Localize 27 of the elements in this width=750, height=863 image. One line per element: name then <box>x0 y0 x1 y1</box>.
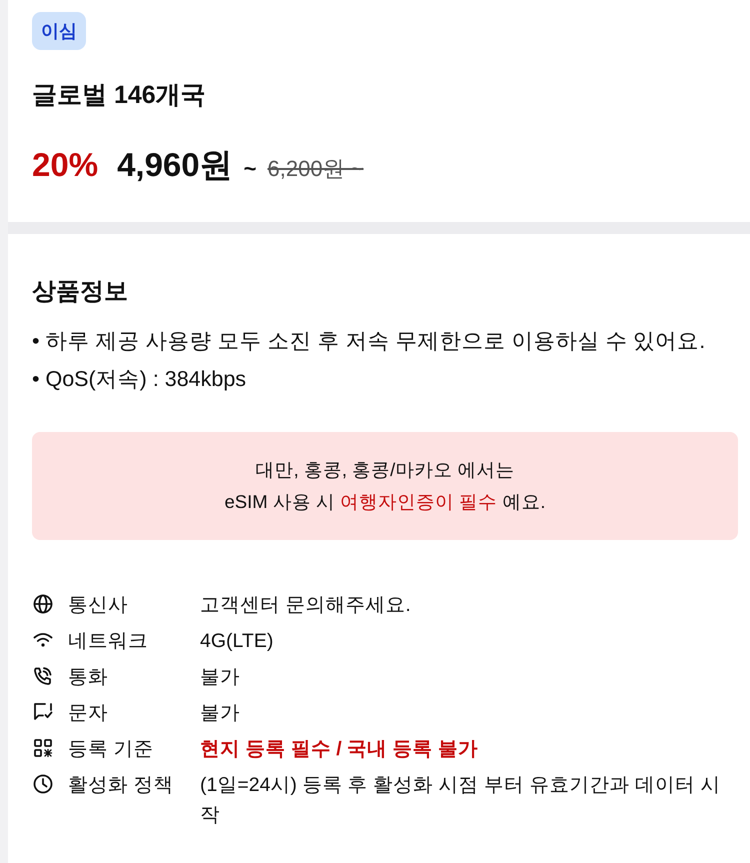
detail-label: 문자 <box>68 701 109 726</box>
detail-value: 고객센터 문의해주세요. <box>200 593 412 618</box>
section-heading: 상품정보 <box>32 277 129 307</box>
qr-code-icon <box>33 738 53 758</box>
detail-value: 불가 <box>200 665 241 690</box>
original-price: 6,200원 ~ <box>268 155 364 183</box>
detail-label: 네트워크 <box>68 629 149 654</box>
info-bullet: • 하루 제공 사용량 모두 소진 후 저속 무제한으로 이용하실 수 있어요. <box>32 328 706 355</box>
detail-value: 4G(LTE) <box>200 629 274 654</box>
detail-label: 등록 기준 <box>68 737 154 762</box>
info-bullet: • QoS(저속) : 384kbps <box>32 366 248 393</box>
globe-icon <box>33 594 53 614</box>
discount-rate: 20% <box>32 145 98 185</box>
detail-label: 활성화 정책 <box>68 773 174 798</box>
detail-value: (1일=24시) 등록 후 활성화 시점 부터 유효기간과 데이터 시작 <box>200 773 722 828</box>
clock-icon <box>33 774 53 794</box>
phone-icon <box>33 666 53 686</box>
detail-label: 통신사 <box>68 593 129 618</box>
price-tilde: ~ <box>244 155 257 183</box>
sale-price: 4,960원 <box>117 145 233 185</box>
detail-value: 현지 등록 필수 / 국내 등록 불가 <box>200 737 479 762</box>
esim-badge: 이심 <box>32 12 86 50</box>
notice-text: 대만, 홍콩, 홍콩/마카오 에서는 eSIM 사용 시 여행자인증이 필수 예요. <box>223 458 547 514</box>
detail-label: 통화 <box>68 665 109 690</box>
product-title: 글로벌 146개국 <box>32 80 207 111</box>
detail-value: 불가 <box>200 701 241 726</box>
chat-check-icon <box>33 702 53 722</box>
